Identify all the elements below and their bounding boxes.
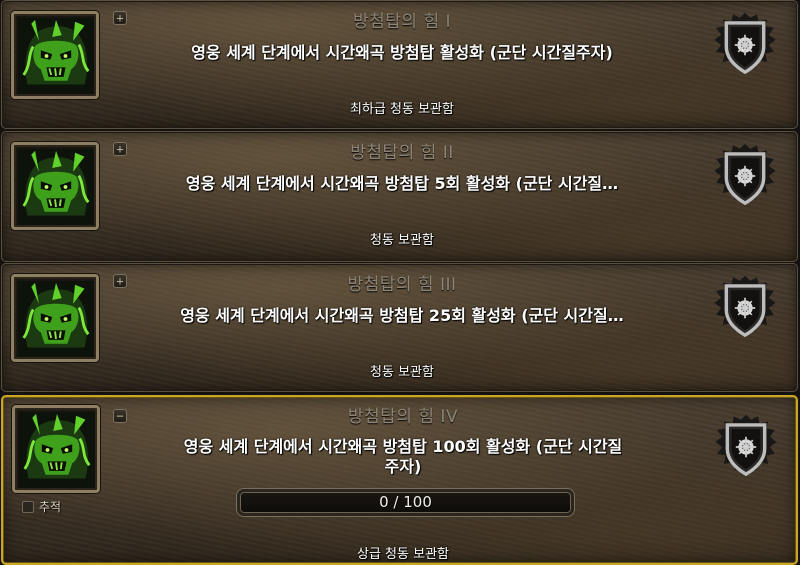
- achievement-reward: 상급 청동 보관함: [357, 547, 449, 562]
- track-label: 추적: [39, 500, 62, 514]
- guild-shield-emblem-icon: [712, 411, 780, 483]
- progress-text: 0 / 100: [379, 493, 432, 511]
- achievement-title: 방첨탑의 힘 IV: [347, 407, 459, 427]
- description-line: 주자): [384, 457, 422, 476]
- green-demon-skull-icon: [18, 18, 94, 94]
- progress-bar: 0 / 100: [237, 489, 574, 516]
- achievement-icon: [11, 274, 99, 362]
- achievement-icon: [11, 142, 99, 230]
- achievement-description: 영웅 세계 단계에서 시간왜곡 방첨탑 25회 활성화 (군단 시간질…: [180, 306, 624, 325]
- achievement-row[interactable]: + 방첨탑의 힘 III 영웅 세계 단계에서 시간왜곡 방첨탑 25회 활성화…: [1, 263, 798, 392]
- achievement-list: + 방첨탑의 힘 I 영웅 세계 단계에서 시간왜곡 방첨탑 활성화 (군단 시…: [0, 0, 800, 565]
- green-demon-skull-icon: [19, 412, 95, 488]
- achievement-row-expanded[interactable]: − 방첨탑의 힘 IV 영웅 세계 단계에서 시간왜곡 방첨탑 100회 활성화…: [1, 395, 798, 565]
- achievement-title: 방첨탑의 힘 II: [350, 143, 454, 163]
- guild-shield-emblem-icon: [711, 272, 779, 344]
- achievement-description: 영웅 세계 단계에서 시간왜곡 방첨탑 활성화 (군단 시간질주자): [191, 43, 613, 62]
- description-line: 영웅 세계 단계에서 시간왜곡 방첨탑 100회 활성화 (군단 시간질: [183, 437, 623, 456]
- guild-shield-emblem-icon: [711, 140, 779, 212]
- achievement-row[interactable]: + 방첨탑의 힘 II 영웅 세계 단계에서 시간왜곡 방첨탑 5회 활성화 (…: [1, 131, 798, 262]
- achievement-reward: 청동 보관함: [370, 365, 434, 380]
- track-checkbox[interactable]: 추적: [22, 498, 61, 515]
- achievement-title: 방첨탑의 힘 III: [347, 275, 457, 295]
- guild-shield-emblem-icon: [711, 9, 779, 81]
- achievement-icon: [12, 405, 100, 493]
- checkbox-icon[interactable]: [22, 501, 34, 513]
- achievement-description: 영웅 세계 단계에서 시간왜곡 방첨탑 5회 활성화 (군단 시간질…: [185, 174, 619, 193]
- achievement-title: 방첨탑의 힘 I: [352, 12, 452, 32]
- green-demon-skull-icon: [18, 149, 94, 225]
- achievement-reward: 청동 보관함: [370, 233, 434, 248]
- achievement-reward: 최하급 청동 보관함: [350, 102, 454, 117]
- achievement-row[interactable]: + 방첨탑의 힘 I 영웅 세계 단계에서 시간왜곡 방첨탑 활성화 (군단 시…: [1, 0, 798, 129]
- achievement-description: 영웅 세계 단계에서 시간왜곡 방첨탑 100회 활성화 (군단 시간질 주자): [123, 437, 683, 477]
- green-demon-skull-icon: [18, 281, 94, 357]
- achievement-icon: [11, 11, 99, 99]
